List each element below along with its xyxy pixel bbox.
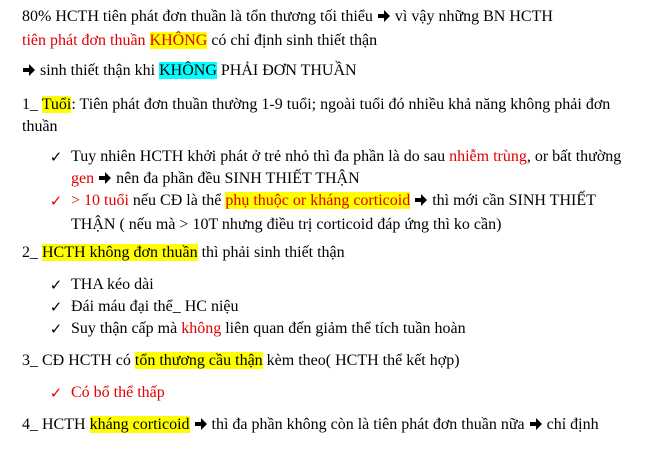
bullet-text: liên quan đến giảm thể tích tuần hoàn	[225, 320, 466, 337]
document-page: 80% HCTH tiên phát đơn thuần là tổn thươ…	[0, 0, 651, 476]
highlight-corticoid-resistant: kháng corticoid	[89, 416, 190, 433]
red-text-gen: gen	[71, 170, 95, 187]
check-mark-icon: ✓	[49, 320, 63, 338]
check-mark-icon: ✓	[49, 148, 63, 166]
check-mark-icon: ✓	[49, 298, 63, 316]
highlight-tuoi: Tuổi	[41, 96, 72, 113]
bullet-item: ✓ Đái máu đại thể_ HC niệu	[47, 296, 639, 318]
intro-text-cont: vì vậy những BN HCTH	[394, 8, 553, 25]
intro-paragraph: 80% HCTH tiên phát đơn thuần là tổn thươ…	[22, 6, 639, 52]
highlight-khong: KHÔNG	[149, 32, 208, 49]
check-mark-icon: ✓	[49, 276, 63, 294]
section-4-heading: 4_ HCTH kháng corticoid thì đa phần khôn…	[22, 414, 639, 438]
section-2-text: thì phải sinh thiết thận	[201, 244, 345, 261]
biopsy-text-end: PHẢI ĐƠN THUẦN	[220, 62, 357, 79]
bullet-item: ✓ THA kéo dài	[47, 274, 639, 296]
right-arrow-icon	[377, 8, 391, 30]
section-3-text-end: kèm theo( HCTH thể kết hợp)	[266, 352, 460, 369]
bullet-item: ✓ Tuy nhiên HCTH khởi phát ở trẻ nhỏ thì…	[47, 146, 639, 192]
bullet-text: Suy thận cấp mà	[71, 320, 178, 337]
bullet-item: ✓ > 10 tuổi nếu CĐ là thể phụ thuộc or k…	[47, 190, 639, 236]
biopsy-text: sinh thiết thận khi	[40, 62, 156, 79]
section-1-text: : Tiên phát đơn thuần thường 1-9 tuổi; n…	[22, 96, 611, 135]
right-arrow-icon	[414, 192, 428, 214]
section-number: 1_	[22, 96, 42, 113]
bullet-item: ✓ Có bổ thể thấp	[47, 382, 639, 404]
intro-text-end: có chỉ định sinh thiết thận	[211, 32, 378, 49]
intro-red-text: tiên phát đơn thuần	[22, 32, 146, 49]
section-4-text-end: chỉ định	[546, 416, 599, 433]
bullet-item: ✓ Suy thận cấp mà không liên quan đến gi…	[47, 318, 639, 340]
bullet-text: THA kéo dài	[71, 276, 154, 293]
highlight-glomerular: tổn thương cầu thận	[134, 352, 263, 369]
right-arrow-icon	[194, 416, 208, 438]
right-arrow-icon	[98, 170, 112, 192]
section-1-heading: 1_ Tuổi: Tiên phát đơn thuần thường 1-9 …	[22, 94, 639, 138]
red-text-age: > 10 tuổi	[71, 192, 129, 209]
bullet-text: Tuy nhiên HCTH khởi phát ở trẻ nhỏ thì đ…	[71, 148, 446, 165]
check-mark-icon: ✓	[49, 384, 63, 402]
red-text-infection: nhiễm trùng	[449, 148, 527, 165]
bullet-text: , or bất thường	[526, 148, 622, 165]
section-4-text-mid: thì đa phần không còn là tiên phát đơn t…	[211, 416, 525, 433]
section-3-text: 3_ CĐ HCTH có	[22, 352, 131, 369]
right-arrow-icon	[529, 416, 543, 438]
red-text-complement: Có bổ thể thấp	[71, 384, 165, 401]
right-arrow-icon	[22, 62, 36, 84]
bullet-text: nếu CĐ là thể	[132, 192, 222, 209]
red-text-khong: không	[181, 320, 222, 337]
section-3-heading: 3_ CĐ HCTH có tổn thương cầu thận kèm th…	[22, 350, 639, 372]
highlight-corticoid: phụ thuộc or kháng corticoid	[225, 192, 411, 209]
bullet-text: Đái máu đại thể_ HC niệu	[71, 298, 239, 315]
check-mark-icon: ✓	[49, 192, 63, 210]
section-4-text: 4_ HCTH	[22, 416, 86, 433]
highlight-khong-cyan: KHÔNG	[159, 62, 217, 79]
bullet-text: nên đa phần đều SINH THIẾT THẬN	[116, 170, 360, 187]
section-number: 2_	[22, 244, 42, 261]
highlight-not-simple: HCTH không đơn thuần	[42, 244, 198, 261]
section-2-heading: 2_ HCTH không đơn thuần thì phải sinh th…	[22, 242, 639, 264]
biopsy-note: sinh thiết thận khi KHÔNG PHẢI ĐƠN THUẦN	[22, 60, 639, 84]
intro-text: 80% HCTH tiên phát đơn thuần là tổn thươ…	[22, 8, 373, 25]
